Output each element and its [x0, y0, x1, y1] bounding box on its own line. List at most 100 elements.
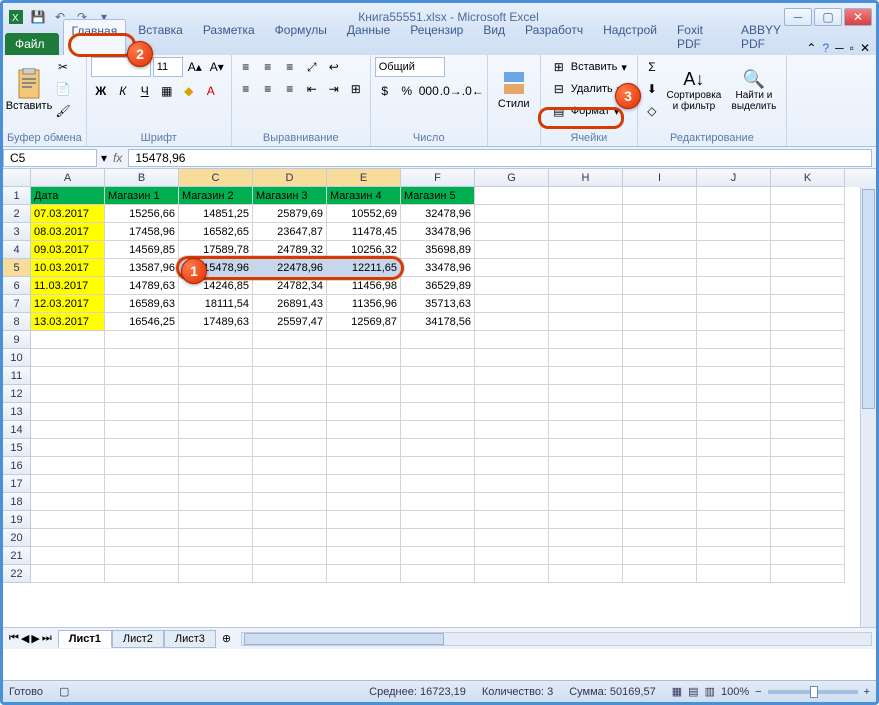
column-header[interactable]: K [771, 169, 845, 187]
cell[interactable] [105, 475, 179, 493]
column-header[interactable]: G [475, 169, 549, 187]
cell[interactable] [401, 493, 475, 511]
cell[interactable] [327, 547, 401, 565]
cell[interactable] [771, 475, 845, 493]
cell[interactable] [31, 367, 105, 385]
cell[interactable] [475, 187, 549, 205]
cell[interactable] [253, 421, 327, 439]
cell[interactable] [179, 493, 253, 511]
percent-icon[interactable]: % [397, 81, 417, 101]
ribbon-tab-4[interactable]: Данные [339, 19, 398, 55]
spreadsheet-grid[interactable]: ABCDEFGHIJK 1ДатаМагазин 1Магазин 2Магаз… [3, 169, 876, 627]
cell[interactable] [253, 385, 327, 403]
cut-icon[interactable]: ✂ [53, 57, 73, 77]
cell[interactable]: 14246,85 [179, 277, 253, 295]
cell[interactable] [697, 385, 771, 403]
new-sheet-icon[interactable]: ⊕ [216, 632, 237, 645]
cell[interactable] [179, 475, 253, 493]
cell[interactable]: Магазин 5 [401, 187, 475, 205]
cell[interactable] [327, 403, 401, 421]
cell[interactable]: Магазин 1 [105, 187, 179, 205]
cell[interactable] [105, 547, 179, 565]
cell[interactable]: 10552,69 [327, 205, 401, 223]
currency-icon[interactable]: $ [375, 81, 395, 101]
cell[interactable] [623, 421, 697, 439]
cell[interactable] [179, 331, 253, 349]
zoom-slider[interactable] [768, 690, 858, 694]
cell[interactable] [327, 349, 401, 367]
clear-icon[interactable]: ◇ [642, 101, 662, 121]
cell[interactable] [549, 187, 623, 205]
cell[interactable] [179, 529, 253, 547]
cell[interactable] [771, 493, 845, 511]
sort-filter-button[interactable]: A↓ Сортировка и фильтр [664, 57, 724, 123]
cell[interactable] [475, 367, 549, 385]
cell[interactable]: 10256,32 [327, 241, 401, 259]
cell[interactable] [253, 547, 327, 565]
cell[interactable]: 25879,69 [253, 205, 327, 223]
cell[interactable] [253, 511, 327, 529]
cell[interactable]: Магазин 2 [179, 187, 253, 205]
cell[interactable]: 07.03.2017 [31, 205, 105, 223]
cell[interactable] [253, 457, 327, 475]
cell[interactable] [623, 457, 697, 475]
cell[interactable]: 35713,63 [401, 295, 475, 313]
next-sheet-icon[interactable]: ▶ [31, 632, 39, 645]
cell[interactable] [771, 277, 845, 295]
cell[interactable] [771, 511, 845, 529]
cell[interactable] [105, 403, 179, 421]
cell[interactable] [179, 403, 253, 421]
cell[interactable] [253, 493, 327, 511]
cell[interactable] [771, 349, 845, 367]
font-family-select[interactable] [91, 57, 151, 77]
row-header[interactable]: 20 [3, 529, 31, 547]
cell[interactable]: 12.03.2017 [31, 295, 105, 313]
last-sheet-icon[interactable]: ⏭ [42, 632, 52, 645]
cell[interactable] [401, 475, 475, 493]
close-button[interactable]: ✕ [844, 8, 872, 26]
cell[interactable] [549, 529, 623, 547]
row-header[interactable]: 11 [3, 367, 31, 385]
cell[interactable]: 11356,96 [327, 295, 401, 313]
maximize-button[interactable]: ▢ [814, 8, 842, 26]
cell[interactable] [253, 475, 327, 493]
cell[interactable] [401, 511, 475, 529]
cell[interactable] [475, 529, 549, 547]
align-center-icon[interactable]: ≡ [258, 79, 278, 99]
row-header[interactable]: 9 [3, 331, 31, 349]
ribbon-tab-5[interactable]: Рецензир [402, 19, 471, 55]
cell[interactable] [549, 277, 623, 295]
view-pagebreak-icon[interactable]: ▥ [705, 685, 715, 698]
cell[interactable]: 17589,78 [179, 241, 253, 259]
align-middle-icon[interactable]: ≡ [258, 57, 278, 77]
cell[interactable]: 14789,63 [105, 277, 179, 295]
cell[interactable]: 15478,96 [179, 259, 253, 277]
zoom-in-icon[interactable]: + [864, 686, 870, 698]
ribbon-tab-0[interactable]: Главная [63, 19, 127, 55]
cell[interactable] [697, 439, 771, 457]
cell[interactable] [327, 367, 401, 385]
cell[interactable] [549, 565, 623, 583]
cell[interactable] [549, 547, 623, 565]
cell[interactable] [549, 403, 623, 421]
copy-icon[interactable]: 📄 [53, 79, 73, 99]
cell[interactable] [623, 295, 697, 313]
cell[interactable] [771, 403, 845, 421]
cell[interactable] [771, 547, 845, 565]
view-layout-icon[interactable]: ▤ [688, 685, 698, 698]
cell[interactable]: 10.03.2017 [31, 259, 105, 277]
cell[interactable]: 17458,96 [105, 223, 179, 241]
cell[interactable] [475, 385, 549, 403]
cell[interactable] [253, 565, 327, 583]
cell[interactable] [623, 349, 697, 367]
border-icon[interactable]: ▦ [157, 81, 177, 101]
cell[interactable] [31, 475, 105, 493]
font-size-select[interactable] [153, 57, 183, 77]
row-header[interactable]: 4 [3, 241, 31, 259]
sheet-tab[interactable]: Лист2 [112, 630, 164, 648]
cell[interactable] [771, 223, 845, 241]
cell[interactable] [105, 439, 179, 457]
prev-sheet-icon[interactable]: ◀ [21, 632, 29, 645]
decrease-indent-icon[interactable]: ⇤ [302, 79, 322, 99]
cell[interactable] [697, 529, 771, 547]
